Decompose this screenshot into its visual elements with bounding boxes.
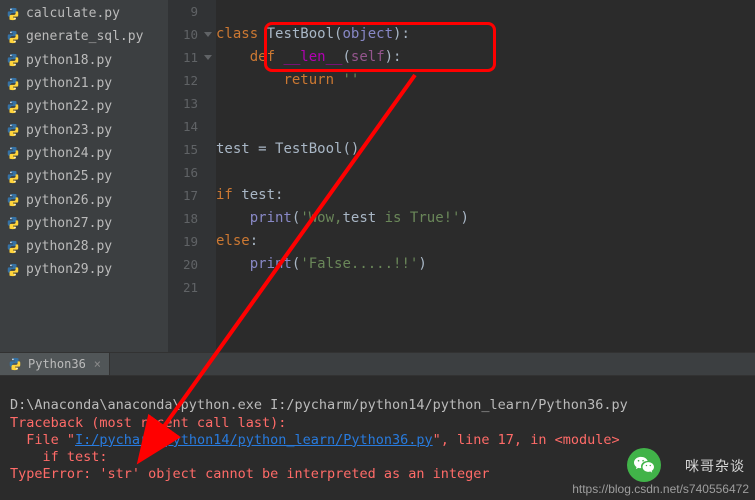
- python-file-icon: [6, 77, 20, 91]
- line-number: 19: [168, 230, 216, 253]
- file-item[interactable]: python28.py: [0, 235, 168, 258]
- file-item[interactable]: python27.py: [0, 212, 168, 235]
- code-line[interactable]: [216, 276, 755, 299]
- console-traceback-header: Traceback (most recent call last):: [10, 415, 286, 431]
- code-line[interactable]: if test:: [216, 184, 755, 207]
- code-line[interactable]: return '': [216, 69, 755, 92]
- console-cmd: D:\Anaconda\anaconda\python.exe I:/pycha…: [10, 397, 628, 413]
- code-line[interactable]: def __len__(self):: [216, 46, 755, 69]
- file-name: generate_sql.py: [26, 29, 143, 44]
- line-number: 18: [168, 207, 216, 230]
- file-item[interactable]: python23.py: [0, 118, 168, 141]
- python-file-icon: [6, 100, 20, 114]
- file-item[interactable]: python26.py: [0, 188, 168, 211]
- python-file-icon: [6, 30, 20, 44]
- code-body[interactable]: class TestBool(object): def __len__(self…: [216, 0, 755, 352]
- file-item[interactable]: python21.py: [0, 72, 168, 95]
- file-name: python28.py: [26, 239, 112, 254]
- run-tab-label: Python36: [28, 357, 86, 371]
- console-file-link[interactable]: I:/pycharm/python14/python_learn/Python3…: [75, 432, 433, 448]
- python-file-icon: [6, 146, 20, 160]
- line-number: 14: [168, 115, 216, 138]
- code-line[interactable]: [216, 115, 755, 138]
- code-line[interactable]: print('False.....!!'): [216, 253, 755, 276]
- code-line[interactable]: class TestBool(object):: [216, 23, 755, 46]
- line-number: 12: [168, 69, 216, 92]
- line-number: 21: [168, 276, 216, 299]
- watermark-url: https://blog.csdn.net/s740556472: [572, 482, 749, 496]
- code-line[interactable]: [216, 92, 755, 115]
- line-number: 20: [168, 253, 216, 276]
- run-tab-python36[interactable]: Python36 ×: [0, 353, 110, 375]
- line-number: 9: [168, 0, 216, 23]
- code-line[interactable]: print('Wow,test is True!'): [216, 207, 755, 230]
- file-name: python25.py: [26, 169, 112, 184]
- file-item[interactable]: calculate.py: [0, 2, 168, 25]
- python-file-icon: [6, 240, 20, 254]
- project-file-tree[interactable]: calculate.py generate_sql.py python18.py…: [0, 0, 168, 352]
- file-name: python22.py: [26, 99, 112, 114]
- file-name: python21.py: [26, 76, 112, 91]
- file-name: python26.py: [26, 193, 112, 208]
- run-tab-bar[interactable]: Python36 ×: [0, 352, 755, 376]
- line-number: 10: [168, 23, 216, 46]
- file-item[interactable]: generate_sql.py: [0, 25, 168, 48]
- python-file-icon: [6, 216, 20, 230]
- file-name: calculate.py: [26, 6, 120, 21]
- python-file-icon: [6, 170, 20, 184]
- file-item[interactable]: python18.py: [0, 49, 168, 72]
- python-file-icon: [6, 123, 20, 137]
- file-name: python18.py: [26, 53, 112, 68]
- file-name: python29.py: [26, 262, 112, 277]
- watermark-text: 咪哥杂谈: [685, 456, 745, 476]
- line-number: 11: [168, 46, 216, 69]
- python-file-icon: [6, 7, 20, 21]
- code-editor[interactable]: 9 10 11 12 13 14 15 16 17 18 19 20 21 cl…: [168, 0, 755, 352]
- line-number: 17: [168, 184, 216, 207]
- console-code-line: if test:: [10, 449, 108, 465]
- line-number: 16: [168, 161, 216, 184]
- code-line[interactable]: [216, 161, 755, 184]
- file-item[interactable]: python24.py: [0, 142, 168, 165]
- console-file-prefix: File ": [10, 432, 75, 448]
- gutter[interactable]: 9 10 11 12 13 14 15 16 17 18 19 20 21: [168, 0, 216, 352]
- console-error-message: TypeError: 'str' object cannot be interp…: [10, 466, 490, 482]
- code-line[interactable]: test = TestBool(): [216, 138, 755, 161]
- line-number: 13: [168, 92, 216, 115]
- file-item[interactable]: python25.py: [0, 165, 168, 188]
- python-file-icon: [6, 263, 20, 277]
- python-file-icon: [6, 193, 20, 207]
- wechat-logo-icon: [627, 448, 661, 482]
- python-file-icon: [8, 357, 22, 371]
- close-icon[interactable]: ×: [94, 357, 101, 371]
- file-item[interactable]: python29.py: [0, 258, 168, 281]
- console-file-suffix: ", line 17, in <module>: [433, 432, 620, 448]
- code-line[interactable]: else:: [216, 230, 755, 253]
- file-name: python23.py: [26, 123, 112, 138]
- file-name: python24.py: [26, 146, 112, 161]
- python-file-icon: [6, 53, 20, 67]
- code-line[interactable]: [216, 0, 755, 23]
- file-name: python27.py: [26, 216, 112, 231]
- line-number: 15: [168, 138, 216, 161]
- file-item[interactable]: python22.py: [0, 95, 168, 118]
